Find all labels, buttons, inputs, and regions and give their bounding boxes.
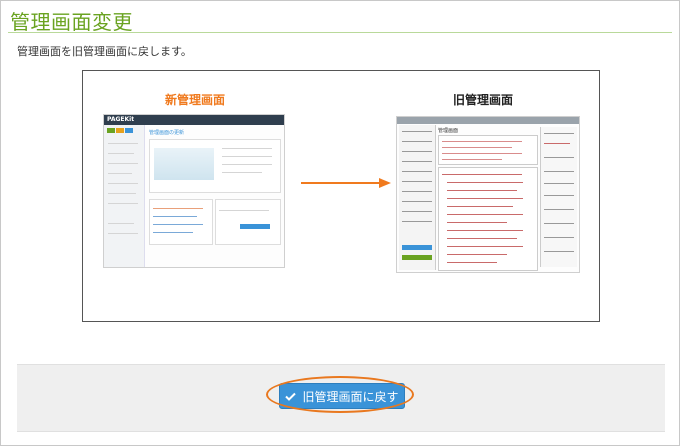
new-admin-heading: 管理画面の更新: [149, 130, 185, 136]
old-admin-screenshot: 管理画面: [396, 116, 580, 273]
old-admin-label: 旧管理画面: [453, 93, 514, 107]
check-icon: [285, 392, 297, 401]
new-admin-screenshot: PAGEKit 管理画面の更新: [103, 114, 285, 268]
arrow-right-icon: [301, 178, 391, 188]
old-admin-heading: 管理画面: [438, 128, 459, 134]
new-admin-sidebar: [104, 125, 145, 267]
page-title: 管理画面変更: [10, 10, 133, 34]
page-description: 管理画面を旧管理画面に戻します。: [17, 45, 192, 58]
new-admin-logo: PAGEKit: [107, 116, 135, 123]
old-admin-topbar: [397, 117, 579, 124]
revert-to-old-admin-button[interactable]: 旧管理画面に戻す: [279, 383, 405, 409]
old-admin-sidebar: [399, 125, 436, 270]
revert-button-label: 旧管理画面に戻す: [302, 389, 399, 404]
new-admin-label: 新管理画面: [165, 93, 226, 107]
comparison-preview: 新管理画面 旧管理画面 PAGEKit 管理画面の更新 管理画面: [82, 70, 600, 322]
title-divider: [8, 32, 672, 33]
